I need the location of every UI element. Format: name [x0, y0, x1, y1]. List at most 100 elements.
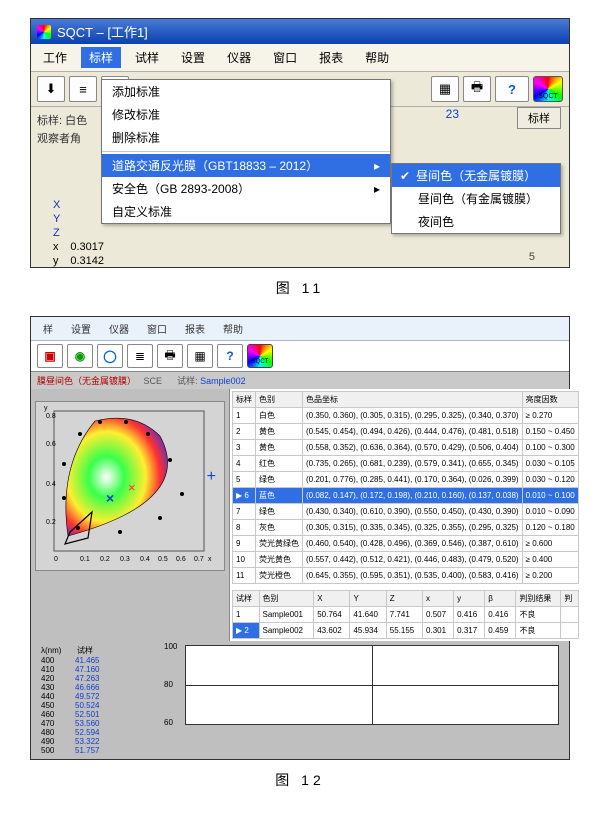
- window-title: SQCT – [工作1]: [57, 22, 148, 41]
- t1-h3: 亮度因数: [522, 392, 578, 408]
- ytick-80: 80: [164, 680, 173, 689]
- tb12-help[interactable]: ?: [217, 344, 243, 368]
- svg-text:0.3: 0.3: [120, 556, 130, 563]
- table-row[interactable]: 8灰色(0.305, 0.315), (0.335, 0.345), (0.32…: [233, 520, 579, 536]
- menu12-instrument[interactable]: 仪器: [103, 320, 135, 337]
- menu12-help[interactable]: 帮助: [217, 320, 249, 337]
- menu-help[interactable]: 帮助: [357, 47, 397, 68]
- figure-12: 样 设置 仪器 窗口 报表 帮助 ▣ ◉ ◯ ≣ 🖶 ▦ ? SQCT 膜昼间色…: [30, 316, 570, 760]
- tb12-grid[interactable]: ▦: [187, 344, 213, 368]
- submenu-night-label: 夜间色: [418, 213, 454, 230]
- tb12-target[interactable]: ◉: [67, 344, 93, 368]
- table-row[interactable]: 2黄色(0.545, 0.454), (0.494, 0.426), (0.44…: [233, 424, 579, 440]
- submenu-daylight: ✔ 昼间色（无金属镀膜） 昼间色（有金属镀膜） 夜间色: [391, 163, 561, 234]
- X-value: [70, 199, 112, 211]
- menu12-report[interactable]: 报表: [179, 320, 211, 337]
- corner-number: 5: [529, 251, 535, 263]
- menu-delete-standard[interactable]: 删除标准: [102, 126, 390, 149]
- menu-settings[interactable]: 设置: [173, 47, 213, 68]
- submenu-day-no-metal[interactable]: ✔ 昼间色（无金属镀膜）: [392, 164, 560, 187]
- toolbar-12: ▣ ◉ ◯ ≣ 🖶 ▦ ? SQCT: [31, 341, 569, 372]
- svg-text:0: 0: [54, 556, 58, 563]
- menu-work[interactable]: 工作: [35, 47, 75, 68]
- Z-value: [70, 227, 112, 239]
- menu-gb2893[interactable]: 安全色（GB 2893-2008） ▸: [102, 177, 390, 200]
- cie-zoom-icon[interactable]: +: [207, 468, 216, 486]
- menubar: 工作 标样 试样 设置 仪器 窗口 报表 帮助: [31, 44, 569, 72]
- table-row[interactable]: 11荧光橙色(0.645, 0.355), (0.595, 0.351), (0…: [233, 568, 579, 584]
- menu-standard[interactable]: 标样: [81, 47, 121, 68]
- menu12-sample[interactable]: 样: [37, 320, 59, 337]
- menu-gbt18833-label: 道路交通反光膜（GBT18833 – 2012）: [112, 157, 318, 174]
- submenu-day-metal-label: 昼间色（有金属镀膜）: [418, 190, 538, 207]
- svg-text:0.2: 0.2: [100, 556, 110, 563]
- figure-11: SQCT – [工作1] 工作 标样 试样 设置 仪器 窗口 报表 帮助 ⬇ ≡…: [30, 18, 570, 268]
- x-value: 0.3017: [70, 241, 112, 253]
- t1-h0: 标样: [233, 392, 256, 408]
- table-row[interactable]: 1Sample00150.76441.6407.7410.5070.4160.4…: [233, 607, 579, 623]
- svg-text:0.4: 0.4: [140, 556, 150, 563]
- sqct-logo-12[interactable]: SQCT: [247, 344, 273, 368]
- observer-label: 观察者角: [37, 129, 87, 147]
- menu-gbt18833[interactable]: 道路交通反光膜（GBT18833 – 2012） ▸: [102, 154, 390, 177]
- toolbar-button-help[interactable]: ?: [495, 76, 529, 102]
- lambda-head-b: 试样: [77, 646, 93, 655]
- submenu-arrow-icon: ▸: [374, 182, 380, 196]
- spectrum-plot: 100 80 60: [181, 641, 569, 759]
- table-row[interactable]: 10荧光黄色(0.557, 0.442), (0.512, 0.421), (0…: [233, 552, 579, 568]
- table-row[interactable]: 9荧光黄绿色(0.460, 0.540), (0.428, 0.496), (0…: [233, 536, 579, 552]
- lambda-row: 45050.524: [41, 701, 171, 710]
- tb12-list[interactable]: ≣: [127, 344, 153, 368]
- table-row[interactable]: 5绿色(0.201, 0.776), (0.285, 0.441), (0.17…: [233, 472, 579, 488]
- toolbar-button-download[interactable]: ⬇: [37, 76, 65, 102]
- cie-diagram: 0.80.6 0.40.2 00.1 0.20.3 0.40.5 0.60.7 …: [35, 401, 225, 571]
- menu-sample[interactable]: 试样: [127, 47, 167, 68]
- menu12-settings[interactable]: 设置: [65, 320, 97, 337]
- svg-text:0.6: 0.6: [176, 556, 186, 563]
- lambda-row: 41047.160: [41, 665, 171, 674]
- menu-dropdown-standard: 添加标准 修改标准 删除标准 道路交通反光膜（GBT18833 – 2012） …: [101, 79, 391, 224]
- submenu-night[interactable]: 夜间色: [392, 210, 560, 233]
- toolbar-button-list[interactable]: ≡: [69, 76, 97, 102]
- menu12-window[interactable]: 窗口: [141, 320, 173, 337]
- lambda-table: λ(nm) 试样 40041.46541047.16042047.2634304…: [31, 641, 181, 759]
- tb12-circle[interactable]: ◯: [97, 344, 123, 368]
- plot-axes: 100 80 60: [185, 645, 559, 725]
- submenu-arrow-icon: ▸: [374, 159, 380, 173]
- standard-button[interactable]: 标样: [517, 107, 561, 129]
- figure-11-caption: 图 11: [0, 278, 600, 298]
- sqct-logo-button[interactable]: SQCT: [533, 76, 563, 102]
- ytick-60: 60: [164, 718, 173, 727]
- menu-gb2893-label: 安全色（GB 2893-2008）: [112, 180, 250, 197]
- standards-table: 标样 色别 色品坐标 亮度因数 1白色(0.350, 0.360), (0.30…: [232, 391, 579, 584]
- toolbar-button-print[interactable]: 🖶: [463, 76, 491, 102]
- table-row[interactable]: ▶ 2Sample00243.60245.93455.1550.3010.317…: [233, 623, 579, 639]
- tb12-record[interactable]: ▣: [37, 344, 63, 368]
- svg-text:0.6: 0.6: [46, 441, 56, 448]
- lambda-row: 48052.594: [41, 728, 171, 737]
- lambda-row: 40041.465: [41, 656, 171, 665]
- menu-edit-standard[interactable]: 修改标准: [102, 103, 390, 126]
- table-row[interactable]: 7绿色(0.430, 0.340), (0.610, 0.390), (0.55…: [233, 504, 579, 520]
- menu-add-standard[interactable]: 添加标准: [102, 80, 390, 103]
- ytick-100: 100: [164, 642, 177, 651]
- tb12-print[interactable]: 🖶: [157, 344, 183, 368]
- value-23: 23: [446, 107, 459, 121]
- svg-text:x: x: [208, 556, 212, 563]
- menu-window[interactable]: 窗口: [265, 47, 305, 68]
- menu-instrument[interactable]: 仪器: [219, 47, 259, 68]
- table-row[interactable]: ▶ 6蓝色(0.082, 0.147), (0.172, 0.198), (0.…: [233, 488, 579, 504]
- cie-point-red: ×: [128, 480, 136, 495]
- table-row[interactable]: 4红色(0.735, 0.265), (0.681, 0.239), (0.57…: [233, 456, 579, 472]
- menu-report[interactable]: 报表: [311, 47, 351, 68]
- menu-custom-standard[interactable]: 自定义标准: [102, 200, 390, 223]
- lambda-row: 46052.501: [41, 710, 171, 719]
- toolbar-button-grid[interactable]: ▦: [431, 76, 459, 102]
- app-logo: [37, 25, 51, 39]
- x-label: x: [53, 241, 68, 253]
- table-row[interactable]: 3黄色(0.558, 0.352), (0.636, 0.364), (0.57…: [233, 440, 579, 456]
- table-row[interactable]: 1白色(0.350, 0.360), (0.305, 0.315), (0.29…: [233, 408, 579, 424]
- Y-value: [70, 213, 112, 225]
- menu-separator: [102, 151, 390, 152]
- submenu-day-metal[interactable]: 昼间色（有金属镀膜）: [392, 187, 560, 210]
